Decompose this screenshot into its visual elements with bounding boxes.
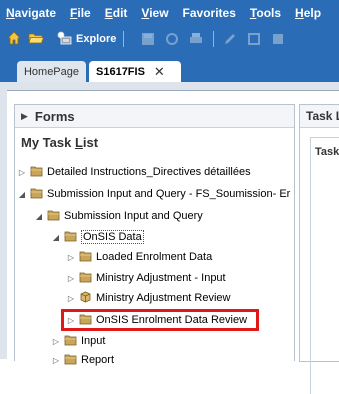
folder-icon — [30, 187, 43, 202]
open-folder-icon[interactable] — [28, 31, 45, 48]
edit-icon[interactable] — [223, 32, 237, 46]
collapse-arrow-icon[interactable]: ◢ — [51, 233, 61, 242]
toolbar-separator — [213, 31, 215, 47]
tree-item-label: Detailed Instructions_Directives détaill… — [47, 166, 251, 178]
tree-item-submission-input-query-fs[interactable]: ◢ Submission Input and Query - FS_Soumis… — [17, 185, 290, 203]
expand-arrow-icon[interactable]: ▷ — [17, 168, 27, 177]
toolbar-separator — [123, 31, 125, 47]
expand-arrow-icon[interactable]: ▷ — [51, 356, 61, 365]
tree-item-label: Loaded Enrolment Data — [96, 251, 213, 263]
tab-strip: HomePage S1617FIS ✕ — [0, 52, 339, 82]
tree-item-ministry-adjustment-input[interactable]: ▷ Ministry Adjustment - Input — [66, 269, 226, 287]
highlight-annotation-box — [61, 309, 259, 331]
expand-arrow-icon[interactable]: ▷ — [66, 274, 76, 283]
tree-item-input[interactable]: ▷ Input — [51, 332, 106, 350]
tree-item-submission-input-query[interactable]: ◢ Submission Input and Query — [34, 207, 203, 225]
collapse-arrow-icon[interactable]: ◢ — [34, 212, 44, 221]
tree-item-label: Submission Input and Query - FS_Soumissi… — [47, 188, 291, 200]
tool-icon[interactable] — [271, 32, 285, 46]
tool-icon[interactable] — [247, 32, 261, 46]
tree-item-onsis-data[interactable]: ◢ OnSIS Data — [51, 228, 144, 246]
forms-title: Forms — [34, 108, 75, 124]
menu-file[interactable]: File — [70, 6, 91, 20]
close-icon[interactable]: ✕ — [154, 64, 165, 80]
tree-item-label: Input — [81, 335, 106, 347]
my-task-list-title: My Task List — [21, 135, 99, 150]
package-icon — [79, 291, 92, 306]
folder-icon — [64, 353, 77, 368]
tree-item-label: Ministry Adjustment - Input — [96, 272, 226, 284]
menu-navigate[interactable]: Navigate — [6, 6, 56, 20]
print-icon[interactable] — [189, 32, 203, 46]
right-panel-header: Task Li — [300, 105, 339, 128]
tree-item-label: Submission Input and Query — [64, 210, 203, 222]
folder-icon — [47, 209, 60, 224]
menu-help[interactable]: Help — [295, 6, 321, 20]
folder-icon — [30, 165, 43, 180]
collapse-triangle-icon[interactable]: ▶ — [21, 111, 28, 122]
tree-item-ministry-adjustment-review[interactable]: ▷ Ministry Adjustment Review — [66, 289, 231, 307]
folder-icon — [64, 334, 77, 349]
menu-bar: Navigate File Edit View Favorites Tools … — [0, 0, 339, 26]
expand-arrow-icon[interactable]: ▷ — [51, 337, 61, 346]
expand-arrow-icon[interactable]: ▷ — [66, 253, 76, 262]
folder-icon — [64, 230, 77, 245]
tab-homepage[interactable]: HomePage — [17, 61, 86, 82]
tree-item-label: Ministry Adjustment Review — [96, 292, 231, 304]
tree-item-label: Report — [81, 354, 115, 366]
right-panel-subheader: Task L — [310, 137, 339, 394]
tab-label: S1617FIS — [96, 65, 145, 78]
folder-icon — [79, 271, 92, 286]
home-icon[interactable] — [7, 30, 21, 48]
tab-label: HomePage — [23, 65, 80, 78]
menu-view[interactable]: View — [141, 6, 168, 20]
explore-button[interactable]: Explore — [76, 33, 116, 45]
menu-edit[interactable]: Edit — [105, 6, 128, 20]
tab-s1617fis[interactable]: S1617FIS ✕ — [89, 61, 181, 82]
toolbar: Explore — [0, 26, 339, 52]
save-icon[interactable] — [141, 32, 155, 46]
menu-tools[interactable]: Tools — [250, 6, 281, 20]
task-list-right-panel: Task Li Task L — [299, 104, 339, 394]
menu-favorites[interactable]: Favorites — [183, 6, 236, 20]
tree-item-loaded-enrolment-data[interactable]: ▷ Loaded Enrolment Data — [66, 248, 212, 266]
tree-item-detailed-instructions[interactable]: ▷ Detailed Instructions_Directives détai… — [17, 163, 251, 181]
folder-icon — [79, 250, 92, 265]
tree-item-report[interactable]: ▷ Report — [51, 351, 114, 369]
tree-item-label: OnSIS Data — [81, 230, 144, 244]
forms-header[interactable]: ▶ Forms — [15, 105, 294, 128]
collapse-arrow-icon[interactable]: ◢ — [17, 190, 27, 199]
refresh-icon[interactable] — [165, 32, 179, 46]
expand-arrow-icon[interactable]: ▷ — [66, 294, 76, 303]
explore-icon[interactable] — [56, 31, 72, 48]
